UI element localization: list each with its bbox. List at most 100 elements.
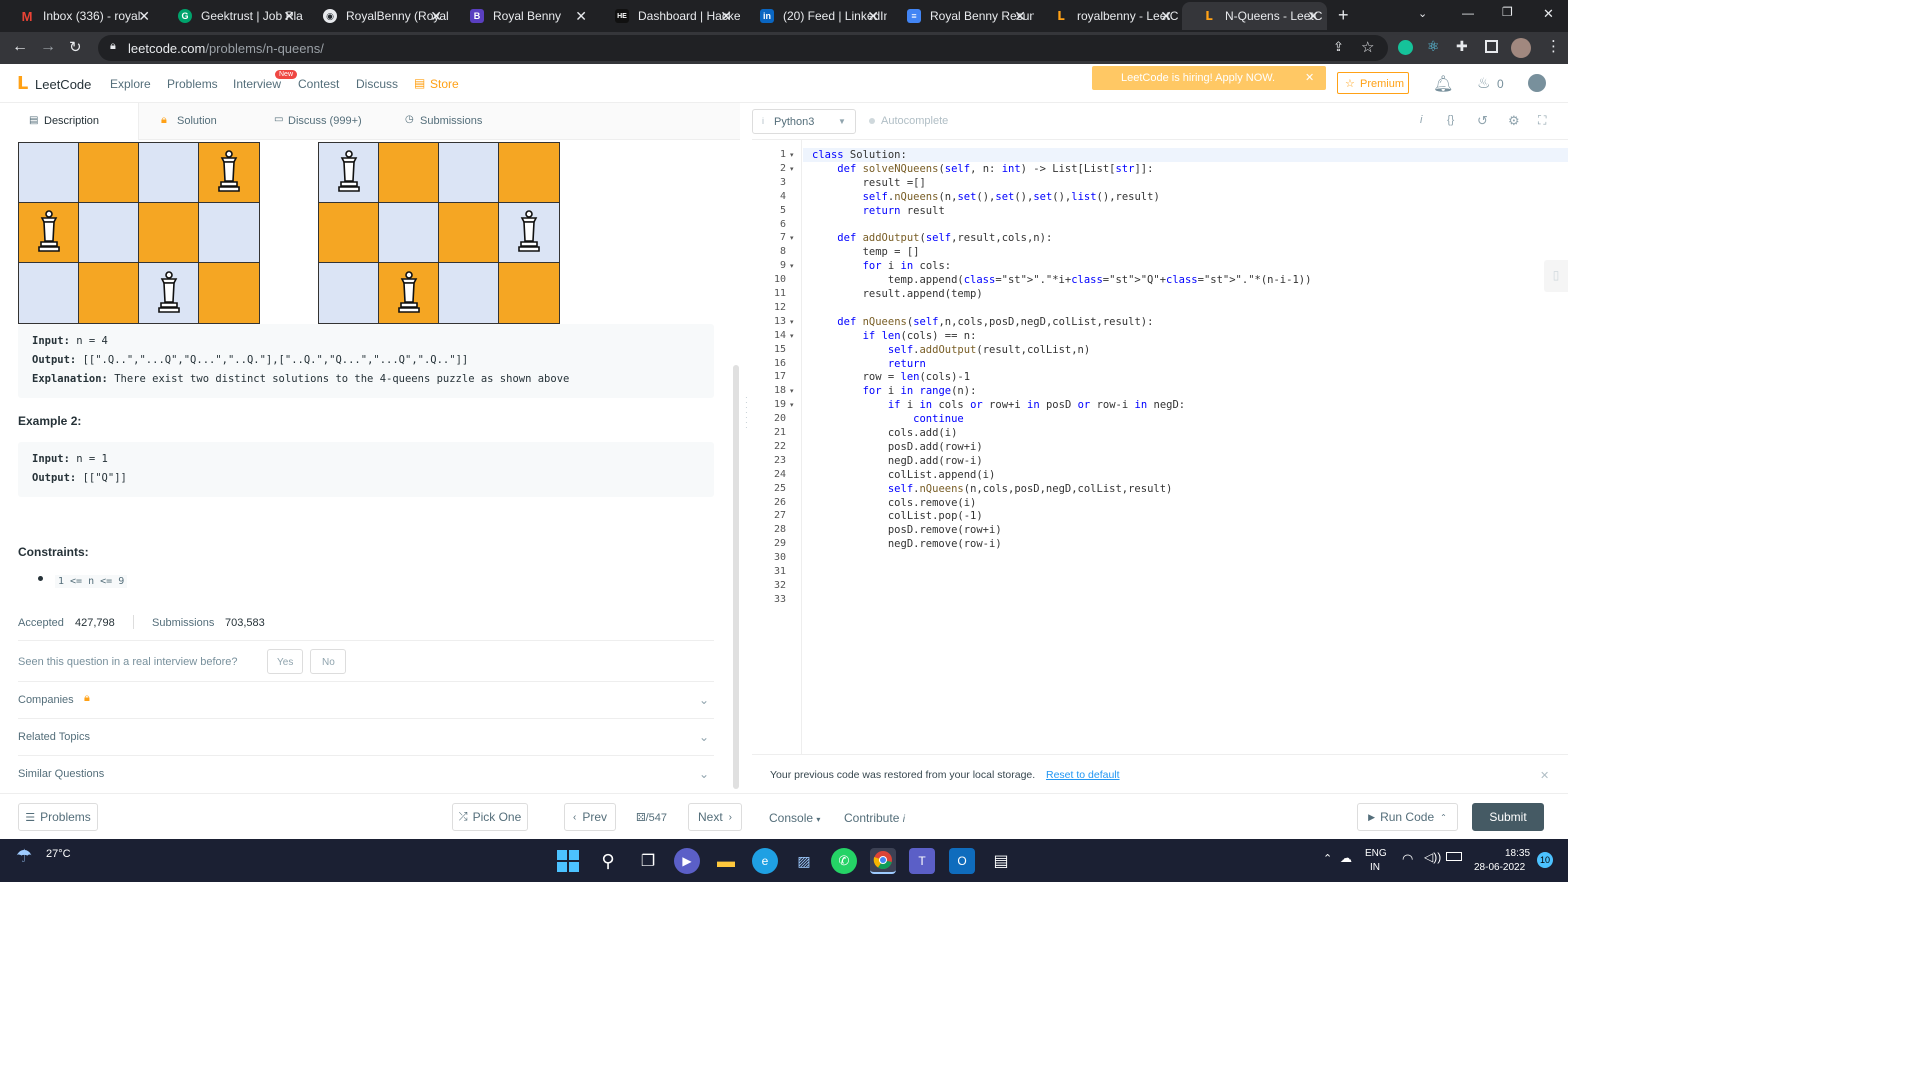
code-line[interactable]: cols.remove(i) xyxy=(812,497,977,509)
close-tab-icon[interactable]: ✕ xyxy=(1014,8,1026,25)
photos-icon[interactable]: ▨ xyxy=(791,848,817,874)
code-line[interactable]: for i in cols: xyxy=(812,260,952,272)
close-tab-icon[interactable]: ✕ xyxy=(575,8,587,25)
nav-store[interactable]: Store xyxy=(430,77,459,91)
leetcode-logo-text[interactable]: LeetCode xyxy=(35,77,91,92)
minimize-icon[interactable]: — xyxy=(1462,6,1474,20)
share-icon[interactable]: ⇪ xyxy=(1333,39,1344,55)
windows-start-icon[interactable] xyxy=(555,848,581,874)
fold-arrow-icon[interactable]: ▾ xyxy=(790,151,794,159)
bookmark-star-icon[interactable]: ☆ xyxy=(1361,38,1374,56)
forward-icon[interactable]: → xyxy=(40,38,56,56)
close-tab-icon[interactable]: ✕ xyxy=(1160,8,1172,25)
chat-icon[interactable]: ▶ xyxy=(674,848,700,874)
weather-icon[interactable]: ☂ xyxy=(16,846,32,867)
next-button[interactable]: Next › xyxy=(688,803,742,831)
code-line[interactable]: def solveNQueens(self, n: int) -> List[L… xyxy=(812,163,1153,175)
contribute-link[interactable]: Contribute i xyxy=(844,811,905,825)
fullscreen-icon[interactable]: ⛶ xyxy=(1538,113,1546,128)
notification-badge[interactable]: 10 xyxy=(1537,852,1553,868)
teams-icon[interactable]: T xyxy=(909,848,935,874)
run-code-button[interactable]: ▶ Run Code ⌃ xyxy=(1357,803,1458,831)
browser-tab[interactable]: M Inbox (336) - royal ✕ xyxy=(0,2,158,30)
premium-button[interactable]: ☆ Premium xyxy=(1337,72,1409,94)
notepad-icon[interactable]: ▤ xyxy=(988,848,1014,874)
banner-close-icon[interactable]: ✕ xyxy=(1305,71,1314,84)
code-line[interactable]: row = len(cols)-1 xyxy=(812,371,971,383)
volume-icon[interactable]: ◁)) xyxy=(1424,850,1441,864)
code-line[interactable]: self.addOutput(result,colList,n) xyxy=(812,344,1090,356)
code-line[interactable]: if len(cols) == n: xyxy=(812,330,977,342)
close-tab-icon[interactable]: ✕ xyxy=(283,8,295,25)
code-line[interactable]: self.nQueens(n,set(),set(),set(),list(),… xyxy=(812,191,1160,203)
code-line[interactable]: def addOutput(self,result,cols,n): xyxy=(812,232,1052,244)
side-panel-icon[interactable] xyxy=(1485,40,1498,53)
code-line[interactable]: negD.add(row-i) xyxy=(812,455,983,467)
onedrive-icon[interactable]: ☁ xyxy=(1340,851,1352,865)
weather-temp[interactable]: 27°C xyxy=(46,848,71,860)
autocomplete-label[interactable]: Autocomplete xyxy=(881,115,948,127)
bell-icon[interactable]: 🔔︎ xyxy=(1433,74,1453,94)
tab-search-icon[interactable]: ⌄ xyxy=(1418,7,1427,20)
pick-one-button[interactable]: ⤮ Pick One xyxy=(452,803,528,831)
search-icon[interactable]: ⚲ xyxy=(595,848,621,874)
nav-discuss[interactable]: Discuss xyxy=(356,77,398,91)
chrome-menu-icon[interactable]: ⋮ xyxy=(1546,37,1561,55)
close-tab-icon[interactable]: ✕ xyxy=(867,8,879,25)
extensions-icon[interactable]: ✚ xyxy=(1456,38,1468,55)
autocomplete-toggle[interactable] xyxy=(869,118,875,124)
clock-time[interactable]: 18:35 xyxy=(1505,848,1530,859)
console-toggle[interactable]: Console ▾ xyxy=(769,811,820,825)
settings-icon[interactable]: ⚙ xyxy=(1508,113,1520,129)
close-tab-icon[interactable]: ✕ xyxy=(720,8,732,25)
browser-tab[interactable]: ≡ Royal Benny Resun ✕ xyxy=(887,2,1034,30)
code-line[interactable]: return xyxy=(812,358,926,370)
edge-icon[interactable]: e xyxy=(752,848,778,874)
close-tab-icon[interactable]: ✕ xyxy=(430,8,442,25)
side-tab-icon[interactable]: ▯ xyxy=(1544,260,1568,292)
leetcode-logo-icon[interactable]: ᒪ xyxy=(17,73,28,94)
fold-arrow-icon[interactable]: ▾ xyxy=(790,401,794,409)
submit-button[interactable]: Submit xyxy=(1472,803,1544,831)
reset-icon[interactable]: ↺ xyxy=(1477,113,1488,129)
tab-discuss[interactable]: Discuss (999+) xyxy=(288,115,362,127)
fire-icon[interactable]: ♨ xyxy=(1477,74,1490,92)
restore-window-icon[interactable]: ❐ xyxy=(1502,5,1513,19)
fold-arrow-icon[interactable]: ▾ xyxy=(790,234,794,242)
outlook-icon[interactable]: O xyxy=(949,848,975,874)
language-indicator[interactable]: ENG xyxy=(1365,848,1387,859)
new-tab-icon[interactable]: + xyxy=(1338,5,1349,26)
code-line[interactable]: negD.remove(row-i) xyxy=(812,538,1002,550)
code-line[interactable]: if i in cols or row+i in posD or row-i i… xyxy=(812,399,1185,411)
fold-arrow-icon[interactable]: ▾ xyxy=(790,387,794,395)
profile-avatar[interactable] xyxy=(1511,38,1531,58)
code-line[interactable]: posD.add(row+i) xyxy=(812,441,983,453)
browser-tab[interactable]: ◉ RoyalBenny (Royal ✕ xyxy=(303,2,450,30)
grammarly-icon[interactable] xyxy=(1398,40,1413,55)
similar-questions-accordion[interactable]: Similar Questions ⌄ xyxy=(0,756,720,792)
code-line[interactable]: temp.append(class="st">"."*i+class="st">… xyxy=(812,274,1312,286)
language-select[interactable]: i Python3 ▼ xyxy=(752,109,856,134)
reset-to-default-link[interactable]: Reset to default xyxy=(1046,769,1120,781)
fold-arrow-icon[interactable]: ▾ xyxy=(790,262,794,270)
battery-icon[interactable] xyxy=(1446,852,1462,861)
nav-interview[interactable]: Interview xyxy=(233,77,281,91)
nav-explore[interactable]: Explore xyxy=(110,77,151,91)
fold-arrow-icon[interactable]: ▾ xyxy=(790,165,794,173)
react-devtools-icon[interactable]: ⚛ xyxy=(1427,38,1440,55)
fold-arrow-icon[interactable]: ▾ xyxy=(790,332,794,340)
braces-icon[interactable]: {} xyxy=(1447,114,1454,126)
wifi-icon[interactable]: ◠ xyxy=(1402,851,1413,867)
task-view-icon[interactable]: ❐ xyxy=(635,848,661,874)
browser-tab-active[interactable]: ᒪ N-Queens - LeetC ✕ xyxy=(1182,2,1327,30)
code-line[interactable]: continue xyxy=(812,413,964,425)
code-line[interactable]: return result xyxy=(812,205,945,217)
companies-accordion[interactable]: Companies 🔒︎ ⌄ xyxy=(0,682,720,718)
tab-submissions[interactable]: Submissions xyxy=(420,115,482,127)
fold-arrow-icon[interactable]: ▾ xyxy=(790,318,794,326)
prev-button[interactable]: ‹ Prev xyxy=(564,803,616,831)
no-button[interactable]: No xyxy=(310,649,346,674)
pane-splitter-handle[interactable]: · · · · · · · xyxy=(745,394,748,435)
code-line[interactable]: temp = [] xyxy=(812,246,920,258)
browser-tab[interactable]: G Geektrust | Job Pla ✕ xyxy=(158,2,303,30)
